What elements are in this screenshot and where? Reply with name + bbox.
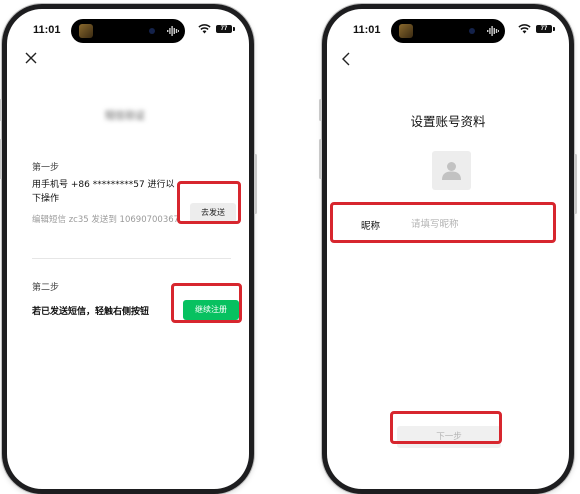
phone-side-button [574,154,577,214]
status-bar: 11:01 77 [7,9,249,43]
dynamic-island [71,19,185,43]
blurred-page-title: 短信验证 [105,111,145,122]
step-one-instruction: 用手机号 +86 *********57 进行以下操作 [32,180,175,204]
avatar-upload[interactable] [432,151,471,190]
wifi-icon [518,24,531,34]
phone-side-button [0,99,2,121]
status-bar: 11:01 77 [327,9,569,43]
highlight-register-button [171,283,242,323]
now-playing-thumbnail [399,24,413,38]
highlight-send-button [177,181,241,224]
wifi-icon [198,24,211,34]
status-time: 11:01 [353,24,381,36]
phone-frame-left: 11:01 77 短信验证 第一步 用手机号 +86 *********57 进… [0,4,257,494]
camera-dot [469,28,475,34]
highlight-next-button [390,411,502,444]
user-avatar-icon [442,162,461,180]
now-playing-thumbnail [79,24,93,38]
phone-side-button [319,99,322,121]
page-title: 设置账号资料 [410,114,486,129]
audio-wave-icon [167,26,179,36]
close-icon[interactable] [24,51,38,65]
status-time: 11:01 [33,24,61,36]
audio-wave-icon [487,26,499,36]
step-divider [32,258,231,259]
sms-verification-screen: 11:01 77 短信验证 第一步 用手机号 +86 *********57 进… [7,9,249,489]
battery-icon: 77 [536,25,555,33]
dynamic-island [391,19,505,43]
phone-side-button [319,139,322,179]
step-two-label: 第二步 [32,283,60,293]
phone-side-button [254,154,257,214]
phone-side-button [0,139,2,179]
sms-content-hint: 编辑短信 zc35 发送到 10690700367 [32,215,180,225]
step-two-instruction: 若已发送短信，轻触右侧按钮 [32,307,150,317]
camera-dot [149,28,155,34]
battery-icon: 77 [216,25,235,33]
step-one-label: 第一步 [32,163,60,173]
highlight-nickname-field [330,202,556,243]
back-arrow-icon[interactable] [341,52,351,66]
